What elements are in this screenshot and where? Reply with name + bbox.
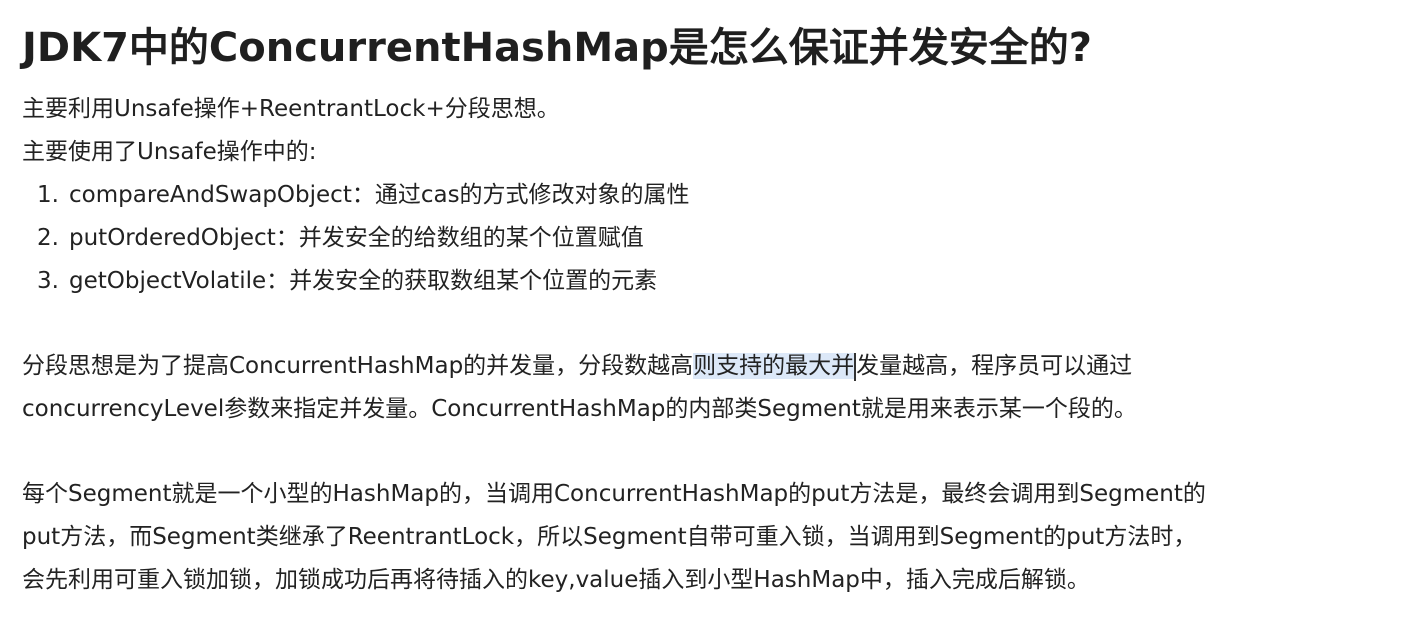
- list-item-text: getObjectVolatile：并发安全的获取数组某个位置的元素: [69, 268, 658, 294]
- list-item: 2. putOrderedObject：并发安全的给数组的某个位置赋值: [37, 217, 1392, 260]
- list-item: 3. getObjectVolatile：并发安全的获取数组某个位置的元素: [37, 260, 1392, 303]
- document-body: JDK7中的ConcurrentHashMap是怎么保证并发安全的? 主要利用U…: [22, 22, 1392, 602]
- text-cursor-icon: [854, 352, 857, 381]
- intro-line-1: 主要利用Unsafe操作+ReentrantLock+分段思想。: [22, 96, 560, 122]
- unsafe-method-list: 1. compareAndSwapObject：通过cas的方式修改对象的属性 2…: [22, 174, 1392, 303]
- list-item-number: 1.: [37, 182, 59, 208]
- list-item-number: 3.: [37, 268, 59, 294]
- list-item: 1. compareAndSwapObject：通过cas的方式修改对象的属性: [37, 174, 1392, 217]
- text-before-selection: 分段思想是为了提高ConcurrentHashMap的并发量，分段数越高: [22, 353, 694, 379]
- segment-paragraph-line-2: concurrencyLevel参数来指定并发量。ConcurrentHashM…: [22, 396, 1137, 422]
- put-paragraph-line-2: put方法，而Segment类继承了ReentrantLock，所以Segmen…: [22, 524, 1197, 550]
- text-selection-highlight[interactable]: 则支持的最大并: [693, 353, 855, 379]
- text-after-selection: 发量越高，程序员可以通过: [856, 353, 1133, 379]
- segment-paragraph-line-1: 分段思想是为了提高ConcurrentHashMap的并发量，分段数越高则支持的…: [22, 345, 1392, 388]
- list-item-text: compareAndSwapObject：通过cas的方式修改对象的属性: [69, 182, 690, 208]
- list-item-number: 2.: [37, 225, 59, 251]
- list-item-text: putOrderedObject：并发安全的给数组的某个位置赋值: [69, 225, 644, 251]
- put-paragraph-line-3: 会先利用可重入锁加锁，加锁成功后再将待插入的key,value插入到小型Hash…: [22, 567, 1090, 593]
- page-title: JDK7中的ConcurrentHashMap是怎么保证并发安全的?: [22, 25, 1092, 71]
- put-paragraph-line-1: 每个Segment就是一个小型的HashMap的，当调用ConcurrentHa…: [22, 481, 1206, 507]
- intro-line-2: 主要使用了Unsafe操作中的:: [22, 139, 317, 165]
